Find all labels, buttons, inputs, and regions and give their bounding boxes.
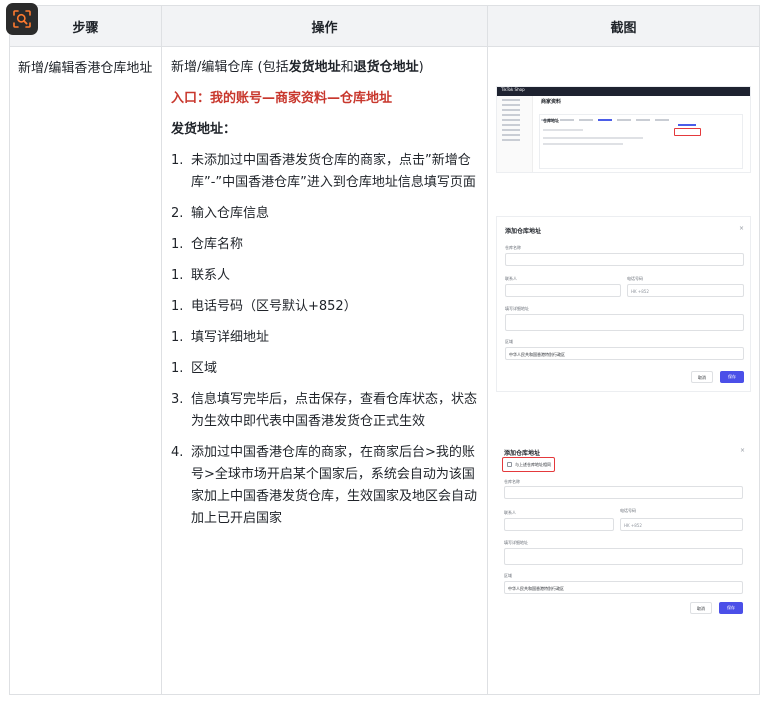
table-row: 新增/编辑香港仓库地址 新增/编辑仓库 (包括发货地址和退货仓地址) 入口：我的… [9, 46, 760, 695]
sidebar [497, 96, 533, 172]
table-row [543, 137, 643, 139]
highlight-add-warehouse [674, 128, 701, 136]
label-warehouse-name: 仓库名称 [504, 479, 520, 484]
label-region: 区域 [504, 573, 512, 578]
card-title: 仓库地址 [543, 118, 559, 123]
screenshot-cell: TikTok Shop 商家资料 仓库地址 添加仓库地址 × 仓库名称 联系人 … [487, 46, 760, 695]
dialog-title: 添加仓库地址 [504, 450, 541, 457]
page-title: 商家资料 [541, 99, 562, 105]
op-title: 新增/编辑仓库 (包括发货地址和退货仓地址) [171, 60, 424, 75]
search-app-icon[interactable] [6, 3, 38, 35]
screenshot-merchant-profile: TikTok Shop 商家资料 仓库地址 [496, 86, 751, 173]
contact-input[interactable] [505, 284, 621, 297]
label-region: 区域 [505, 339, 513, 344]
address-input[interactable] [504, 548, 743, 565]
close-icon[interactable]: × [739, 225, 744, 232]
magnifier-icon [13, 10, 31, 28]
list-item: 1. 填写详细地址 [171, 330, 270, 345]
phone-input[interactable]: HK +852 [620, 518, 743, 531]
tiktok-shop-logo: TikTok Shop [501, 87, 525, 92]
tab-bar [541, 106, 741, 121]
region-select[interactable]: 中华人民共和国香港特别行政区 [505, 347, 744, 360]
label-phone: 电话号码 [620, 508, 636, 513]
list-item: 1. 仓库名称 [171, 237, 244, 252]
label-phone: 电话号码 [627, 276, 643, 281]
add-warehouse-link[interactable] [678, 124, 696, 126]
label-contact: 联系人 [504, 510, 516, 515]
region-select[interactable]: 中华人民共和国香港特别行政区 [504, 581, 743, 594]
label-address: 填写详细地址 [504, 540, 528, 545]
save-button[interactable]: 保存 [720, 371, 744, 383]
header-screenshot: 截图 [487, 5, 760, 47]
list-item: 1. 电话号码（区号默认+852） [171, 299, 357, 314]
list-item: 1. 未添加过中国香港发货仓库的商家，点击”新增仓库”-”中国香港仓库”进入到仓库… [171, 153, 476, 190]
save-button[interactable]: 保存 [719, 602, 743, 614]
guide-table: 步骤 操作 截图 新增/编辑香港仓库地址 新增/编辑仓库 (包括发货地址和退货仓… [9, 5, 760, 695]
entry-path: 入口：我的账号—商家资料—仓库地址 [171, 91, 393, 106]
cancel-button[interactable]: 取消 [691, 371, 713, 383]
contact-input[interactable] [504, 518, 614, 531]
label-address: 填写详细地址 [505, 306, 529, 311]
phone-input[interactable]: HK +852 [627, 284, 744, 297]
same-address-checkbox[interactable] [507, 462, 512, 467]
label-warehouse-name: 仓库名称 [505, 245, 521, 250]
address-input[interactable] [505, 314, 744, 331]
cancel-button[interactable]: 取消 [690, 602, 712, 614]
header-operation: 操作 [161, 5, 488, 47]
table-header-row: 步骤 操作 截图 [9, 5, 760, 47]
table-row [543, 129, 583, 131]
close-icon[interactable]: × [740, 447, 745, 454]
warehouse-name-input[interactable] [504, 486, 743, 499]
warehouse-card: 仓库地址 [539, 114, 743, 169]
top-bar [497, 87, 750, 96]
table-row [543, 143, 623, 145]
list-item: 1. 联系人 [171, 268, 231, 283]
label-contact: 联系人 [505, 276, 517, 281]
list-item: 4. 添加过中国香港仓库的商家，在商家后台>我的账号>全球市场开启某个国家后，系统… [171, 445, 478, 526]
dialog-title: 添加仓库地址 [505, 228, 542, 235]
list-item: 1. 区域 [171, 361, 218, 376]
checkbox-label: 与上述仓库地址相同 [515, 462, 551, 467]
section-title: 发货地址： [171, 122, 237, 137]
step-cell: 新增/编辑香港仓库地址 [9, 46, 162, 695]
list-item: 3. 信息填写完毕后，点击保存，查看仓库状态，状态为生效中即代表中国香港发货仓正式… [171, 392, 478, 429]
step-list: 1. 未添加过中国香港发货仓库的商家，点击”新增仓库”-”中国香港仓库”进入到仓库… [171, 150, 478, 530]
warehouse-name-input[interactable] [505, 253, 744, 266]
operation-cell: 新增/编辑仓库 (包括发货地址和退货仓地址) 入口：我的账号—商家资料—仓库地址… [161, 46, 488, 695]
screenshot-add-warehouse-dialog: 添加仓库地址 × 仓库名称 联系人 电话号码 HK +852 填写详细地址 区域… [496, 216, 751, 392]
list-item: 2. 输入仓库信息 [171, 206, 270, 221]
screenshot-return-warehouse-dialog: 添加仓库地址 × 与上述仓库地址相同 仓库名称 联系人 电话号码 HK +852… [496, 439, 751, 619]
